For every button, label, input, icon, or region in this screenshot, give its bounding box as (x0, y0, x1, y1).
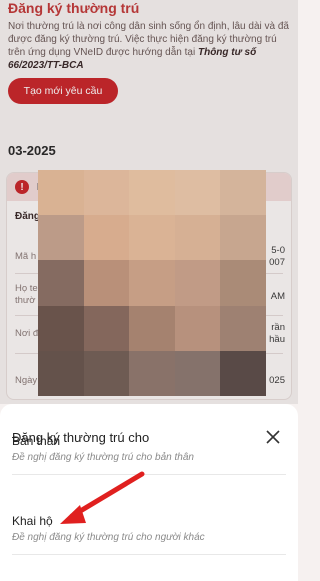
close-icon[interactable] (266, 430, 280, 444)
option-divider (12, 554, 286, 555)
option-self-subtitle: Đề nghị đăng ký thường trú cho bản thân (12, 452, 194, 463)
red-arrow-annotation (60, 471, 145, 524)
option-proxy-subtitle: Đề nghị đăng ký thường trú cho người khá… (12, 532, 205, 543)
modal-backdrop[interactable] (0, 0, 298, 404)
option-self-title: Bản thân (12, 434, 61, 448)
option-proxy-title: Khai hộ (12, 514, 53, 528)
